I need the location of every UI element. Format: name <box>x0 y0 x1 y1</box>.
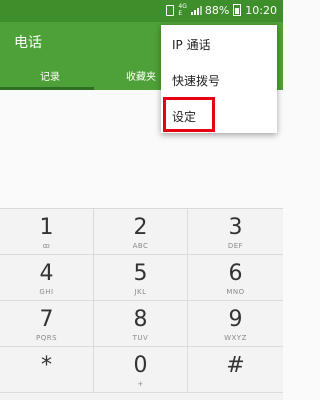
key-8[interactable]: 8 TUV <box>94 301 188 347</box>
tab-records[interactable]: 记录 <box>40 68 60 83</box>
key-digit: 8 <box>133 307 148 332</box>
key-4[interactable]: 4 GHI <box>0 255 94 301</box>
key-letters: + <box>137 380 144 388</box>
menu-item-speed-dial[interactable]: 快速拨号 <box>161 61 277 97</box>
battery-icon <box>233 4 242 16</box>
key-digit: 7 <box>39 307 54 332</box>
key-letters: GHI <box>39 288 54 296</box>
key-letters: ABC <box>132 242 149 250</box>
key-letters: MNO <box>226 288 245 296</box>
key-0[interactable]: 0 + <box>94 347 188 393</box>
key-letters: PQRS <box>35 334 58 342</box>
key-digit: 5 <box>133 261 148 286</box>
status-time: 10:20 <box>245 3 277 17</box>
key-3[interactable]: 3 DEF <box>188 209 283 255</box>
signal-icon <box>190 5 202 15</box>
network-4g-icon: 4G E <box>178 3 186 17</box>
key-9[interactable]: 9 WXYZ <box>188 301 283 347</box>
app-title: 电话 <box>14 35 42 51</box>
status-icons: 4G E 88% 10:20 <box>166 3 277 17</box>
key-digit: 0 <box>133 353 148 378</box>
voicemail-icon: ꝏ <box>42 242 51 250</box>
key-7[interactable]: 7 PQRS <box>0 301 94 347</box>
menu-item-label: IP 通话 <box>172 38 211 52</box>
sim-icon <box>166 4 175 16</box>
key-hash[interactable]: # <box>188 347 283 393</box>
menu-item-ip-call[interactable]: IP 通话 <box>161 25 277 61</box>
key-letters: WXYZ <box>224 334 247 342</box>
key-letters: DEF <box>227 242 244 250</box>
key-digit: 4 <box>39 261 54 286</box>
key-letters: TUV <box>132 334 149 342</box>
key-digit: # <box>226 353 245 378</box>
key-digit: 2 <box>133 215 148 240</box>
key-5[interactable]: 5 JKL <box>94 255 188 301</box>
key-digit: * <box>41 353 52 378</box>
key-6[interactable]: 6 MNO <box>188 255 283 301</box>
network-label: 4G <box>178 3 187 10</box>
key-1[interactable]: 1ꝏ <box>0 209 94 255</box>
key-digit: 6 <box>228 261 243 286</box>
key-2[interactable]: 2 ABC <box>94 209 188 255</box>
dial-keypad: 1ꝏ 2 ABC 3 DEF 4 GHI 5 JKL 6 MNO 7 PQRS 8 TUV 9… <box>0 208 283 400</box>
key-digit: 1 <box>39 215 54 240</box>
key-star[interactable]: * <box>0 347 94 393</box>
status-bar: 4G E 88% 10:20 <box>0 0 283 22</box>
network-sub-label: E <box>178 10 183 17</box>
key-letters: JKL <box>134 288 147 296</box>
key-digit: 3 <box>228 215 243 240</box>
key-digit: 9 <box>228 307 243 332</box>
tab-favorites[interactable]: 收藏夹 <box>126 68 156 83</box>
menu-item-label: 快速拨号 <box>172 74 221 88</box>
battery-percent: 88% <box>204 3 230 17</box>
highlight-box <box>163 97 215 132</box>
